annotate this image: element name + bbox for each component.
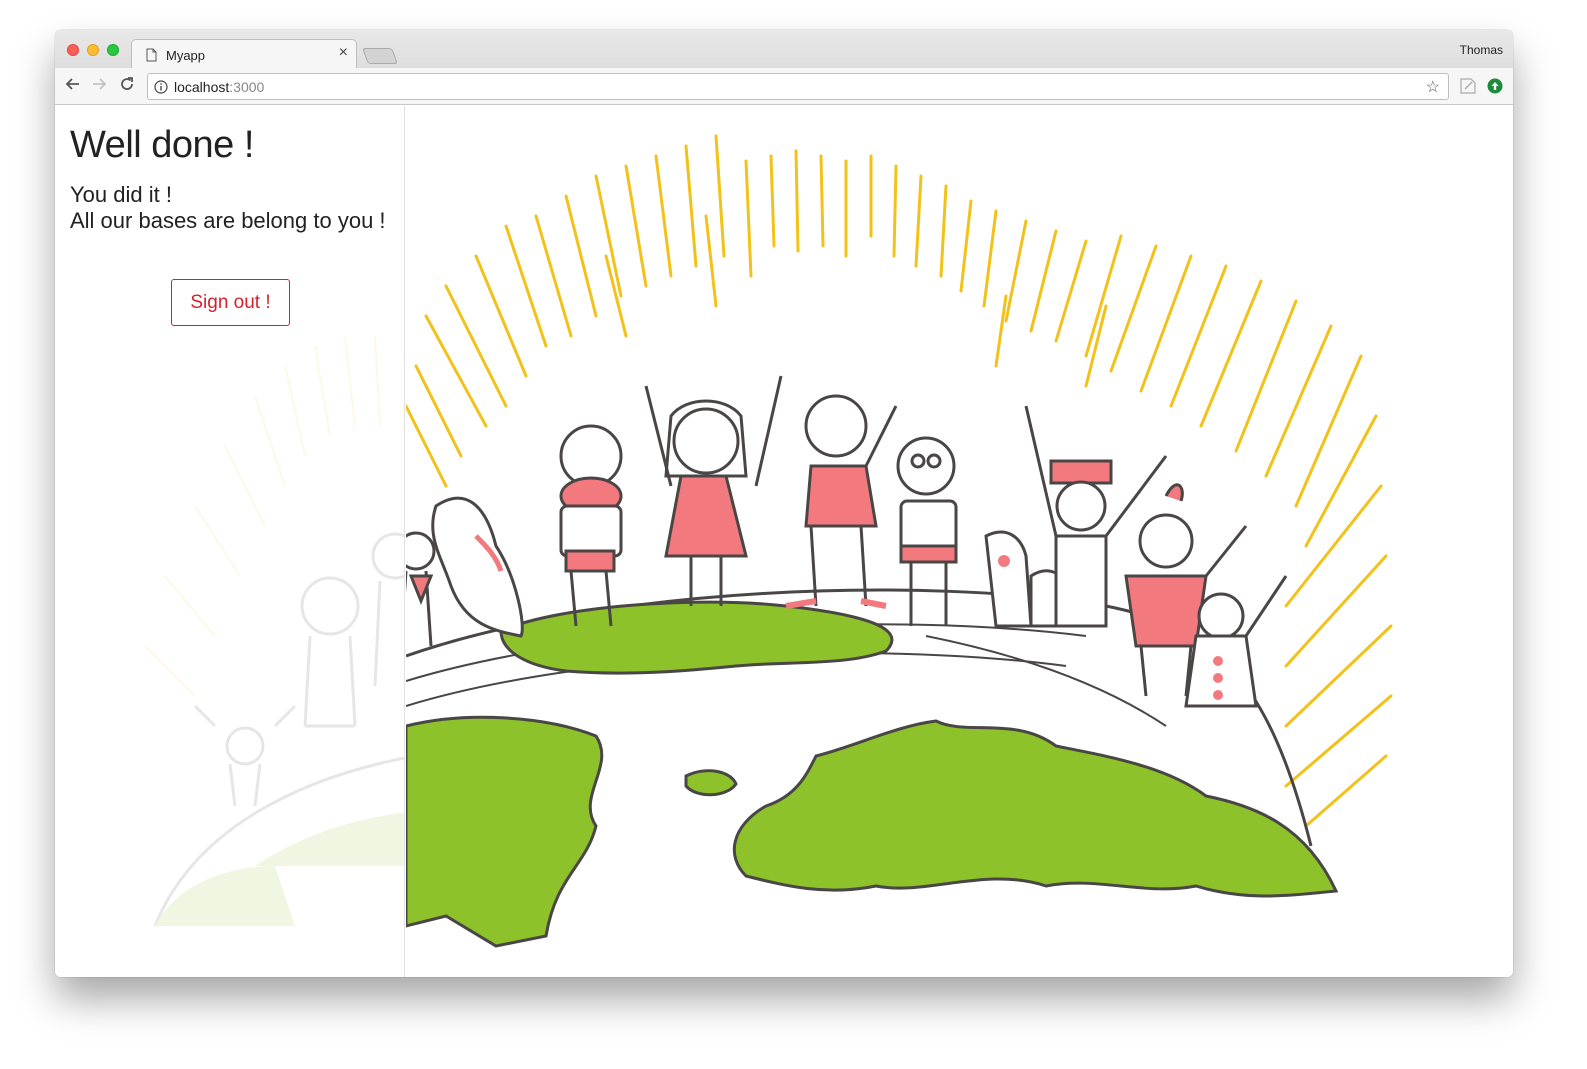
profile-name[interactable]: Thomas xyxy=(1460,43,1503,57)
browser-window: Myapp × Thomas localhost:3000 ☆ Well don… xyxy=(55,30,1513,977)
dog xyxy=(431,496,524,638)
page-title: Well done ! xyxy=(70,124,254,166)
maximize-window-button[interactable] xyxy=(107,44,119,56)
new-tab-button[interactable] xyxy=(362,48,398,64)
cat xyxy=(984,530,1068,628)
extension-icon[interactable] xyxy=(1459,77,1477,95)
person-1 xyxy=(406,531,436,647)
sidebar-panel: Well done ! You did it ! All our bases a… xyxy=(55,106,405,977)
person-bearded xyxy=(559,424,623,627)
minimize-window-button[interactable] xyxy=(87,44,99,56)
person-glasses xyxy=(896,436,958,626)
address-bar[interactable]: localhost:3000 ☆ xyxy=(147,73,1449,100)
faded-illustration xyxy=(144,335,404,926)
message-line-1: You did it ! xyxy=(70,182,172,207)
forward-arrow-icon[interactable] xyxy=(89,76,109,96)
upload-extension-icon[interactable] xyxy=(1487,78,1503,94)
document-icon xyxy=(146,48,157,62)
person-waving xyxy=(785,394,898,609)
reload-icon[interactable] xyxy=(117,76,137,96)
close-window-button[interactable] xyxy=(67,44,79,56)
tab-myapp[interactable]: Myapp × xyxy=(131,39,357,69)
browser-toolbar: localhost:3000 ☆ xyxy=(55,68,1513,105)
world-celebration-illustration xyxy=(406,134,1393,948)
title-bar: Myapp × Thomas xyxy=(55,30,1513,69)
back-arrow-icon[interactable] xyxy=(63,76,83,96)
tab-close-icon[interactable]: × xyxy=(339,45,348,61)
page-viewport: Well done ! You did it ! All our bases a… xyxy=(55,106,1513,977)
message-line-2: All our bases are belong to you ! xyxy=(70,208,386,233)
tab-title: Myapp xyxy=(166,48,206,63)
url-text[interactable]: localhost:3000 xyxy=(174,79,264,95)
star-icon[interactable]: ☆ xyxy=(1426,77,1440,97)
person-girl xyxy=(644,375,783,606)
info-icon[interactable] xyxy=(154,80,168,94)
sign-out-button[interactable]: Sign out ! xyxy=(171,279,290,326)
